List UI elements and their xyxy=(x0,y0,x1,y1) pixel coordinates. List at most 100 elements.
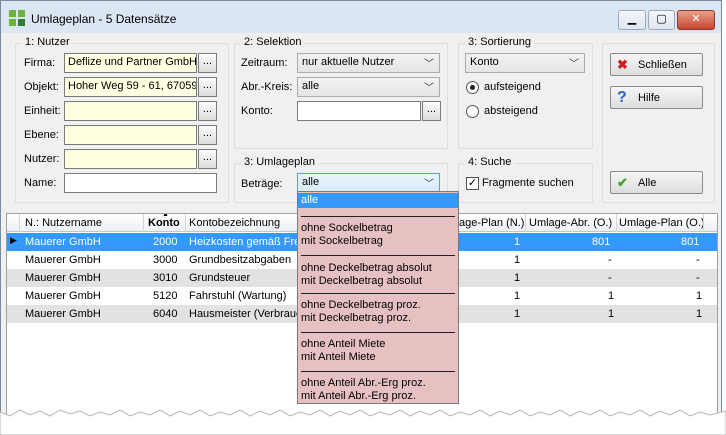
absteigend-radio[interactable] xyxy=(466,105,479,118)
konto-field[interactable] xyxy=(297,101,421,121)
dropdown-item[interactable]: ohne Deckelbetrag absolut xyxy=(298,262,458,274)
minimize-button[interactable]: ▁ xyxy=(618,10,646,30)
maximize-button[interactable]: ▢ xyxy=(648,10,675,30)
cell-konto: 3010 xyxy=(153,272,178,284)
cell-konto: 6040 xyxy=(153,308,178,320)
name-field[interactable] xyxy=(64,173,217,193)
dropdown-divider xyxy=(301,332,455,333)
nutzer-label: Nutzer: xyxy=(24,153,60,165)
sortierung-group-label: 3: Sortierung xyxy=(465,36,534,48)
checkmark-icon: ✓ xyxy=(467,177,478,189)
torn-edge xyxy=(0,409,726,435)
dropdown-item[interactable]: ohne Sockelbetrag xyxy=(298,222,458,234)
col-sep xyxy=(525,214,526,232)
chevron-down-icon: ﹀ xyxy=(424,83,434,94)
col-nutzername[interactable]: N.: Nutzername xyxy=(25,217,102,229)
ebene-field[interactable] xyxy=(64,125,197,145)
betraege-dropdown[interactable]: alle ohne Sockelbetrag mit Sockelbetrag … xyxy=(297,191,459,404)
dropdown-item[interactable]: mit Anteil Miete xyxy=(298,351,458,363)
cell-bez: Grundsteuer xyxy=(189,272,251,284)
nutzer-field[interactable] xyxy=(64,149,197,169)
row-indicator-icon: ▶ xyxy=(10,235,17,245)
cell-plan-o: 801 xyxy=(681,236,700,248)
firma-browse-button[interactable]: ... xyxy=(198,53,217,73)
dropdown-divider xyxy=(301,293,455,294)
cell-konto: 3000 xyxy=(153,254,178,266)
close-window-button[interactable]: ✕ xyxy=(677,10,715,30)
zeitraum-value: nur aktuelle Nutzer xyxy=(302,56,395,68)
col-konto[interactable]: Konto xyxy=(148,217,180,229)
cell-plan-o: 1 xyxy=(696,290,703,302)
alle-button[interactable]: ✔ Alle xyxy=(610,171,703,194)
aufsteigend-radio[interactable] xyxy=(466,81,479,94)
col-umlage-abr-o[interactable]: Umlage-Abr. (O.) xyxy=(529,217,612,229)
col-umlage-plan-n[interactable]: age-Plan (N.) xyxy=(459,217,524,229)
chevron-down-icon: ﹀ xyxy=(424,179,434,190)
dropdown-divider xyxy=(301,371,455,372)
sortierung-select[interactable]: Konto ﹀ xyxy=(465,53,585,73)
close-icon: ✖ xyxy=(617,57,628,72)
nutzer-browse-button[interactable]: ... xyxy=(198,149,217,169)
double-check-icon: ✔ xyxy=(617,175,628,190)
cell-abr-o: 1 xyxy=(608,290,615,302)
cell-abr-o: - xyxy=(608,272,612,284)
cell-plan-n: 1 xyxy=(514,254,521,266)
betraege-value: alle xyxy=(302,176,320,188)
cell-konto: 2000 xyxy=(153,236,178,248)
cell-name: Mauerer GmbH xyxy=(25,236,101,248)
ebene-browse-button[interactable]: ... xyxy=(198,125,217,145)
cell-plan-o: - xyxy=(696,254,700,266)
fragmente-checkbox[interactable]: ✓ xyxy=(466,177,479,190)
cell-bez: Hausmeister (Verbrauch xyxy=(189,308,308,320)
cell-bez: Heizkosten gemäß Frem xyxy=(189,236,310,248)
zeitraum-select[interactable]: nur aktuelle Nutzer ﹀ xyxy=(297,53,440,73)
hilfe-label: Hilfe xyxy=(638,92,661,104)
dropdown-item[interactable]: ohne Deckelbetrag proz. xyxy=(298,299,458,311)
col-kontobezeichnung[interactable]: Kontobezeichnung xyxy=(189,217,280,229)
einheit-browse-button[interactable]: ... xyxy=(198,101,217,121)
col-sep xyxy=(185,214,186,232)
cell-name: Mauerer GmbH xyxy=(25,308,101,320)
dropdown-item[interactable]: ohne Anteil Abr.-Erg proz. xyxy=(298,377,458,389)
col-sep xyxy=(143,214,144,232)
konto-browse-button[interactable]: ... xyxy=(422,101,441,121)
hilfe-button[interactable]: ? Hilfe xyxy=(610,86,703,109)
dropdown-item[interactable]: mit Deckelbetrag proz. xyxy=(298,312,458,324)
firma-field[interactable]: Deflize und Partner GmbH xyxy=(64,53,197,73)
maximize-icon: ▢ xyxy=(656,12,667,25)
umlageplan-group-label: 3: Umlageplan xyxy=(241,156,318,168)
dropdown-item[interactable]: mit Anteil Abr.-Erg proz. xyxy=(298,390,458,402)
dropdown-item-alle[interactable]: alle xyxy=(298,193,458,208)
selektion-group-label: 2: Selektion xyxy=(241,36,305,48)
fragmente-label: Fragmente suchen xyxy=(482,177,574,189)
nutzer-group-label: 1: Nutzer xyxy=(22,36,73,48)
dropdown-item[interactable]: mit Sockelbetrag xyxy=(298,235,458,247)
objekt-field[interactable]: Hoher Weg 59 - 61, 67059 xyxy=(64,77,197,97)
cell-plan-n: 1 xyxy=(514,236,521,248)
abrkreis-select[interactable]: alle ﹀ xyxy=(297,77,440,97)
dropdown-divider xyxy=(301,255,455,256)
konto-label: Konto: xyxy=(241,105,273,117)
chevron-down-icon: ﹀ xyxy=(424,59,434,70)
objekt-label: Objekt: xyxy=(24,81,59,93)
aufsteigend-label: aufsteigend xyxy=(484,81,541,93)
dropdown-divider xyxy=(301,216,455,217)
col-umlage-plan-o[interactable]: Umlage-Plan (O.) xyxy=(619,217,705,229)
schliessen-button[interactable]: ✖ Schließen xyxy=(610,53,703,76)
abrkreis-value: alle xyxy=(302,80,320,92)
cell-name: Mauerer GmbH xyxy=(25,254,101,266)
objekt-browse-button[interactable]: ... xyxy=(198,77,217,97)
cell-bez: Grundbesitzabgaben xyxy=(189,254,292,266)
minimize-icon: ▁ xyxy=(627,12,637,25)
cell-plan-n: 1 xyxy=(514,272,521,284)
betraege-select[interactable]: alle ﹀ xyxy=(297,173,440,193)
dropdown-item[interactable]: ohne Anteil Miete xyxy=(298,338,458,350)
betraege-label: Beträge: xyxy=(241,178,283,190)
absteigend-label: absteigend xyxy=(484,105,538,117)
cell-plan-n: 1 xyxy=(514,290,521,302)
cell-bez: Fahrstuhl (Wartung) xyxy=(189,290,287,302)
einheit-field[interactable] xyxy=(64,101,197,121)
window-title: Umlageplan - 5 Datensätze xyxy=(31,12,177,26)
dropdown-item[interactable]: mit Deckelbetrag absolut xyxy=(298,275,458,287)
main-window: Umlageplan - 5 Datensätze ▁ ▢ ✕ 1: Nutze… xyxy=(0,0,722,432)
